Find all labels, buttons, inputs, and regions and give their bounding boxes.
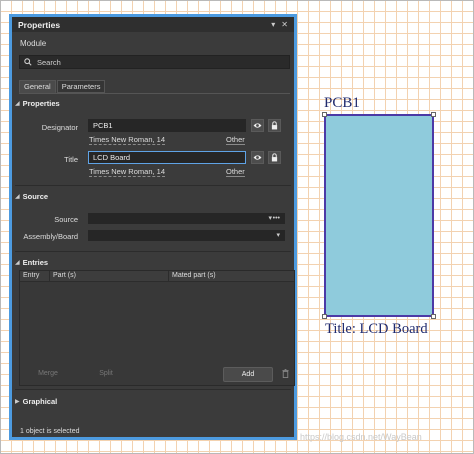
- section-divider: [15, 251, 291, 252]
- visibility-toggle-designator[interactable]: [251, 119, 264, 132]
- search-placeholder: Search: [37, 57, 61, 67]
- section-divider: [15, 389, 291, 390]
- entries-section-header[interactable]: ◢ Entries: [15, 256, 48, 268]
- watermark-text: https://blog.csdn.net/WayBean: [300, 432, 422, 442]
- eye-icon: [253, 123, 262, 128]
- visibility-toggle-title[interactable]: [251, 151, 264, 164]
- tab-parameters[interactable]: Parameters: [56, 80, 106, 93]
- column-mated-parts[interactable]: Mated part (s): [169, 271, 294, 281]
- module-label: Module: [20, 39, 47, 48]
- collapse-arrow-icon: ◢: [15, 259, 20, 266]
- more-dots-icon[interactable]: ▾: [268, 214, 272, 223]
- panel-menu-icon[interactable]: ▾: [271, 20, 275, 29]
- designator-font-link[interactable]: Times New Roman, 14: [89, 135, 165, 145]
- designator-field[interactable]: PCB1: [88, 119, 246, 132]
- trash-icon[interactable]: [282, 369, 289, 380]
- collapse-arrow-icon: ◢: [15, 100, 20, 107]
- column-entry[interactable]: Entry: [20, 271, 50, 281]
- board-designator-text[interactable]: PCB1: [324, 95, 360, 112]
- source-label: Source: [54, 215, 78, 224]
- properties-header-label: Properties: [22, 98, 60, 108]
- entries-button-row: Merge Split Add: [19, 367, 295, 384]
- lock-icon: [271, 153, 278, 162]
- pcb-board-shape[interactable]: [324, 114, 434, 317]
- tab-underline: [19, 93, 290, 94]
- tab-bar: General Parameters: [19, 80, 106, 93]
- selection-handle[interactable]: [431, 314, 436, 319]
- collapse-arrow-icon: ◢: [15, 193, 20, 200]
- assembly-board-label: Assembly/Board: [23, 232, 78, 241]
- search-icon: [24, 58, 32, 66]
- split-button[interactable]: Split: [89, 367, 123, 382]
- properties-section-header[interactable]: ◢ Properties: [15, 97, 60, 109]
- selection-handle[interactable]: [431, 112, 436, 117]
- panel-title: Properties: [18, 19, 61, 30]
- title-font-link[interactable]: Times New Roman, 14: [89, 167, 165, 177]
- selection-handle[interactable]: [322, 112, 327, 117]
- entries-header-label: Entries: [22, 257, 49, 267]
- add-button[interactable]: Add: [223, 367, 273, 382]
- lock-icon: [271, 121, 278, 130]
- designator-label: Designator: [41, 123, 78, 132]
- selection-handle[interactable]: [322, 314, 327, 319]
- entries-table-header: Entry Part (s) Mated part (s): [20, 271, 294, 282]
- merge-button[interactable]: Merge: [31, 367, 65, 382]
- search-input[interactable]: Search: [19, 55, 290, 69]
- title-other-link[interactable]: Other: [226, 167, 245, 177]
- close-icon[interactable]: ✕: [281, 20, 288, 29]
- title-label: Title: [64, 155, 78, 164]
- title-field[interactable]: LCD Board: [88, 151, 246, 164]
- board-title-text[interactable]: Title: LCD Board: [325, 321, 428, 338]
- status-bar-text: 1 object is selected: [20, 428, 80, 435]
- column-parts[interactable]: Part (s): [50, 271, 169, 281]
- eye-icon: [253, 155, 262, 160]
- expand-arrow-icon: ▶: [15, 398, 20, 405]
- properties-panel: Properties ▾ ✕ Module Search General Par…: [9, 14, 297, 440]
- lock-toggle-title[interactable]: [268, 151, 281, 164]
- graphical-header-label: Graphical: [22, 396, 58, 406]
- chevron-down-icon: ▾: [276, 232, 280, 239]
- panel-titlebar: Properties ▾ ✕: [12, 17, 294, 32]
- source-header-label: Source: [22, 191, 49, 201]
- tab-general[interactable]: General: [19, 80, 56, 93]
- ellipsis-icon[interactable]: •••: [273, 214, 280, 224]
- section-divider: [15, 185, 291, 186]
- source-section-header[interactable]: ◢ Source: [15, 190, 48, 202]
- designator-other-link[interactable]: Other: [226, 135, 245, 145]
- source-select[interactable]: ▾ •••: [88, 213, 285, 224]
- lock-toggle-designator[interactable]: [268, 119, 281, 132]
- graphical-section-header[interactable]: ▶ Graphical: [15, 395, 57, 407]
- assembly-board-select[interactable]: ▾: [88, 230, 285, 241]
